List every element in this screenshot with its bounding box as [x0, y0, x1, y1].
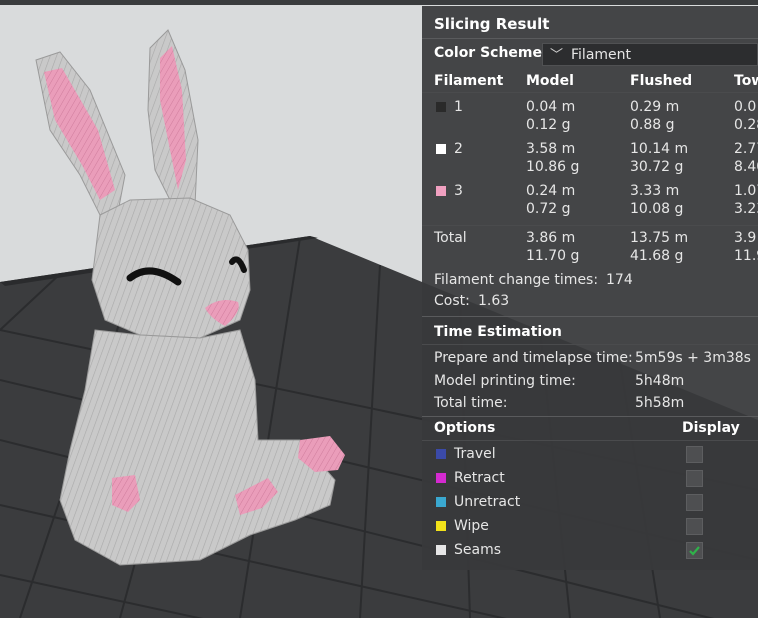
retract-display-checkbox[interactable] [686, 470, 703, 487]
model-weight: 0.72 g [526, 201, 571, 217]
divider [422, 316, 758, 317]
col-header-model: Model [526, 73, 574, 89]
travel-display-checkbox[interactable] [686, 446, 703, 463]
model-length: 0.04 m [526, 99, 576, 115]
panel-title: Slicing Result [434, 15, 550, 33]
unretract-display-checkbox[interactable] [686, 494, 703, 511]
option-label: Wipe [454, 518, 489, 534]
option-label: Travel [454, 446, 496, 462]
total-flushed-length: 13.75 m [630, 230, 689, 246]
prepare-time-label: Prepare and timelapse time: [434, 350, 633, 366]
col-header-filament: Filament [434, 73, 504, 89]
filament-id: 2 [454, 141, 463, 157]
filament-id: 3 [454, 183, 463, 199]
model-weight: 0.12 g [526, 117, 571, 133]
filament-id: 1 [454, 99, 463, 115]
option-label: Unretract [454, 494, 521, 510]
chevron-down-icon: ﹀ [550, 48, 564, 63]
filament-color-swatch [436, 144, 446, 154]
unretract-color-swatch [436, 497, 446, 507]
option-label: Seams [454, 542, 502, 558]
total-label: Total [434, 230, 467, 246]
tower-weight: 0.28 [734, 117, 758, 133]
model-printing-time-value: 5h48m [635, 373, 685, 389]
divider [422, 344, 758, 345]
flushed-length: 3.33 m [630, 183, 680, 199]
model-printing-time-label: Model printing time: [434, 373, 576, 389]
total-tower-weight: 11.9 [734, 248, 758, 264]
filament-change-value: 174 [606, 272, 633, 288]
flushed-weight: 0.88 g [630, 117, 675, 133]
total-model-weight: 11.70 g [526, 248, 580, 264]
col-header-tower: Tow [734, 73, 758, 89]
option-label: Retract [454, 470, 505, 486]
wipe-color-swatch [436, 521, 446, 531]
flushed-weight: 10.08 g [630, 201, 684, 217]
wipe-display-checkbox[interactable] [686, 518, 703, 535]
filament-color-swatch [436, 102, 446, 112]
seams-display-checkbox[interactable] [686, 542, 703, 559]
divider [422, 416, 758, 417]
total-tower-length: 3.9 [734, 230, 757, 246]
tower-length: 2.77 [734, 141, 758, 157]
tower-length: 0.0 [734, 99, 757, 115]
total-flushed-weight: 41.68 g [630, 248, 684, 264]
options-title: Options [434, 420, 496, 436]
filament-change-label: Filament change times: [434, 272, 599, 288]
checkmark-icon [689, 546, 700, 556]
color-scheme-value: Filament [571, 47, 632, 63]
model-length: 3.58 m [526, 141, 576, 157]
model-weight: 10.86 g [526, 159, 580, 175]
time-estimation-title: Time Estimation [434, 324, 562, 340]
divider [422, 440, 758, 441]
color-scheme-dropdown[interactable]: ﹀ Filament [542, 43, 758, 66]
prepare-time-value: 5m59s + 3m38s [635, 350, 751, 366]
divider [422, 38, 758, 39]
col-header-flushed: Flushed [630, 73, 693, 89]
flushed-weight: 30.72 g [630, 159, 684, 175]
slicing-result-panel: Slicing Result Color Scheme ﹀ Filament F… [422, 6, 758, 570]
model-length: 0.24 m [526, 183, 576, 199]
cost-value: 1.63 [478, 293, 510, 309]
seams-color-swatch [436, 545, 446, 555]
filament-color-swatch [436, 186, 446, 196]
travel-color-swatch [436, 449, 446, 459]
tower-weight: 8.40 [734, 159, 758, 175]
divider [422, 225, 758, 226]
divider [422, 92, 758, 93]
flushed-length: 0.29 m [630, 99, 680, 115]
tower-weight: 3.23 [734, 201, 758, 217]
display-title: Display [682, 420, 740, 436]
retract-color-swatch [436, 473, 446, 483]
color-scheme-label: Color Scheme [434, 45, 543, 61]
flushed-length: 10.14 m [630, 141, 689, 157]
total-time-label: Total time: [434, 395, 508, 411]
viewport-top-bar [0, 0, 758, 5]
tower-length: 1.07 [734, 183, 758, 199]
cost-label: Cost: [434, 293, 470, 309]
total-time-value: 5h58m [635, 395, 685, 411]
total-model-length: 3.86 m [526, 230, 576, 246]
